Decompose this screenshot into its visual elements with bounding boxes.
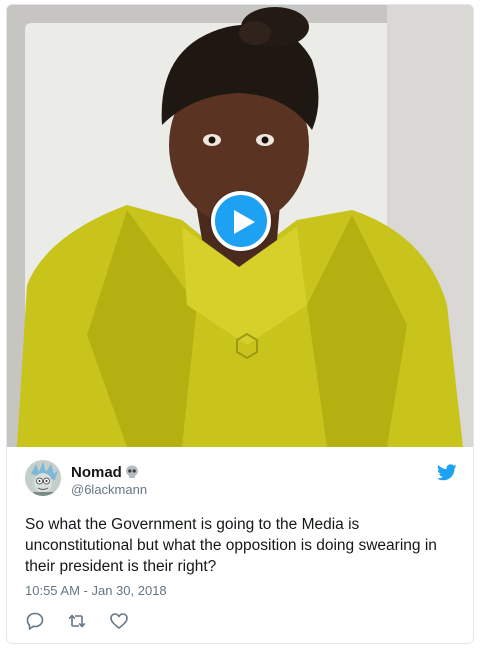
retweet-icon[interactable]	[67, 611, 87, 631]
tweet-video[interactable]	[7, 5, 473, 447]
play-icon	[234, 210, 255, 234]
avatar[interactable]	[25, 460, 61, 496]
author-handle[interactable]: @6lackmann	[71, 482, 147, 497]
author-name[interactable]: Nomad	[71, 464, 122, 481]
tweet-header: Nomad @6lackmann	[25, 460, 465, 504]
skull-icon	[125, 465, 138, 478]
play-button[interactable]	[211, 191, 271, 251]
tweet-text: So what the Government is going to the M…	[25, 516, 437, 575]
tweet-card[interactable]: Nomad @6lackmann So what the Government …	[6, 4, 474, 644]
reply-icon[interactable]	[25, 611, 45, 631]
avatar-image	[25, 460, 61, 496]
tweet-timestamp[interactable]: 10:55 AM - Jan 30, 2018	[25, 583, 167, 598]
twitter-bird-icon[interactable]	[437, 464, 457, 481]
tweet-actions	[25, 611, 151, 631]
like-icon[interactable]	[109, 611, 129, 631]
